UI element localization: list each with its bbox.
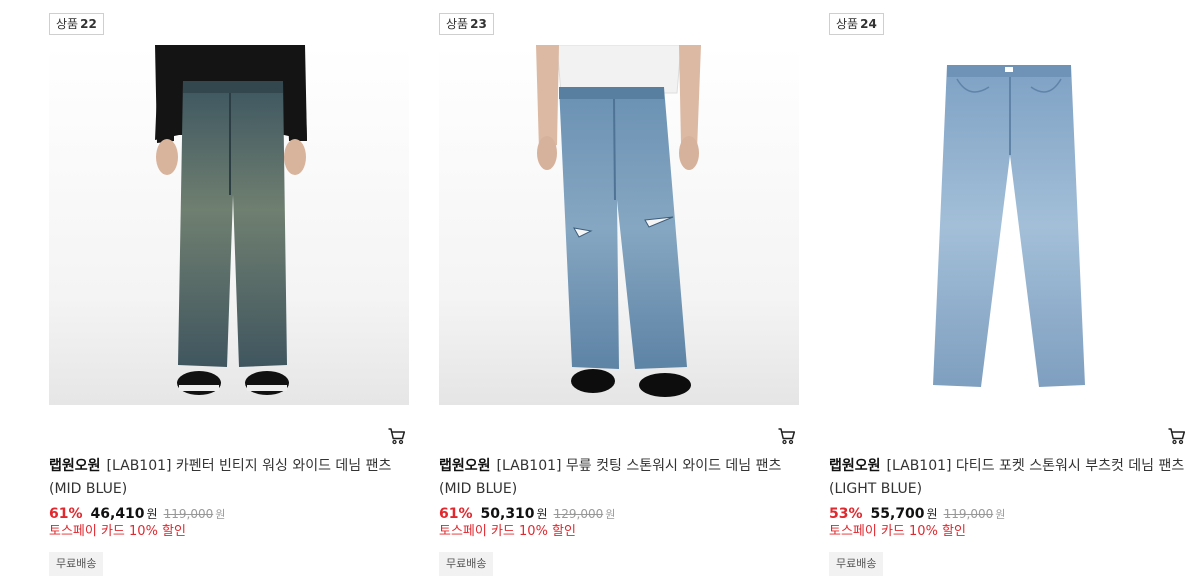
shipping-tag: 무료배송 xyxy=(829,552,884,576)
rank-prefix: 상품 xyxy=(446,17,469,31)
cart-icon xyxy=(778,428,796,445)
rank-number: 22 xyxy=(80,17,97,31)
product-card[interactable]: 상품 22 랩원오원 [LAB101] 카펜터 빈티지 워싱 와이드 데님 팬츠… xyxy=(49,0,409,584)
product-image[interactable] xyxy=(829,45,1187,405)
cart-icon xyxy=(1168,428,1186,445)
product-title[interactable]: 랩원오원 [LAB101] 카펜터 빈티지 워싱 와이드 데님 팬츠 (MID B… xyxy=(49,455,409,501)
currency: 원 xyxy=(146,507,158,521)
add-to-cart-button[interactable] xyxy=(387,426,407,446)
price-row: 53% 55,700 원 119,000 원 xyxy=(829,504,1005,524)
product-card[interactable]: 상품 24 랩원오원 [LAB101] 다티드 포켓 스톤워시 부츠컷 데님 팬… xyxy=(829,0,1187,584)
rank-number: 23 xyxy=(470,17,487,31)
discount-rate: 61% xyxy=(49,506,83,522)
promotion-text: 토스페이 카드 10% 할인 xyxy=(439,524,576,539)
original-price: 129,000 xyxy=(553,507,604,521)
rank-number: 24 xyxy=(860,17,877,31)
rank-badge: 상품 24 xyxy=(829,13,884,35)
rank-badge: 상품 22 xyxy=(49,13,104,35)
original-currency: 원 xyxy=(215,508,226,521)
price-row: 61% 50,310 원 129,000 원 xyxy=(439,504,615,524)
sale-price: 46,410 xyxy=(90,506,145,522)
original-currency: 원 xyxy=(995,508,1006,521)
cart-icon xyxy=(388,428,406,445)
product-image[interactable] xyxy=(439,45,799,405)
currency: 원 xyxy=(926,507,938,521)
product-title[interactable]: 랩원오원 [LAB101] 다티드 포켓 스톤워시 부츠컷 데님 팬츠 (LIGH… xyxy=(829,455,1187,501)
shipping-tag: 무료배송 xyxy=(49,552,104,576)
discount-rate: 61% xyxy=(439,506,473,522)
product-card[interactable]: 상품 23 랩원오원 [LAB101] 무릎 컷팅 스톤워시 와이드 데님 팬츠… xyxy=(439,0,799,584)
product-title[interactable]: 랩원오원 [LAB101] 무릎 컷팅 스톤워시 와이드 데님 팬츠 (MID B… xyxy=(439,455,799,501)
original-currency: 원 xyxy=(605,508,616,521)
rank-badge: 상품 23 xyxy=(439,13,494,35)
price-row: 61% 46,410 원 119,000 원 xyxy=(49,504,225,524)
promotion-text: 토스페이 카드 10% 할인 xyxy=(829,524,966,539)
currency: 원 xyxy=(536,507,548,521)
rank-prefix: 상품 xyxy=(836,17,859,31)
brand-name: 랩원오원 xyxy=(49,458,101,474)
brand-name: 랩원오원 xyxy=(829,458,881,474)
add-to-cart-button[interactable] xyxy=(777,426,797,446)
shipping-tag: 무료배송 xyxy=(439,552,494,576)
original-price: 119,000 xyxy=(943,507,994,521)
original-price: 119,000 xyxy=(163,507,214,521)
discount-rate: 53% xyxy=(829,506,863,522)
product-image[interactable] xyxy=(49,45,409,405)
sale-price: 50,310 xyxy=(480,506,535,522)
product-name: [LAB101] 다티드 포켓 스톤워시 부츠컷 데님 팬츠 (LIGHT BL… xyxy=(829,458,1185,497)
promotion-text: 토스페이 카드 10% 할인 xyxy=(49,524,186,539)
sale-price: 55,700 xyxy=(870,506,925,522)
brand-name: 랩원오원 xyxy=(439,458,491,474)
rank-prefix: 상품 xyxy=(56,17,79,31)
add-to-cart-button[interactable] xyxy=(1167,426,1187,446)
